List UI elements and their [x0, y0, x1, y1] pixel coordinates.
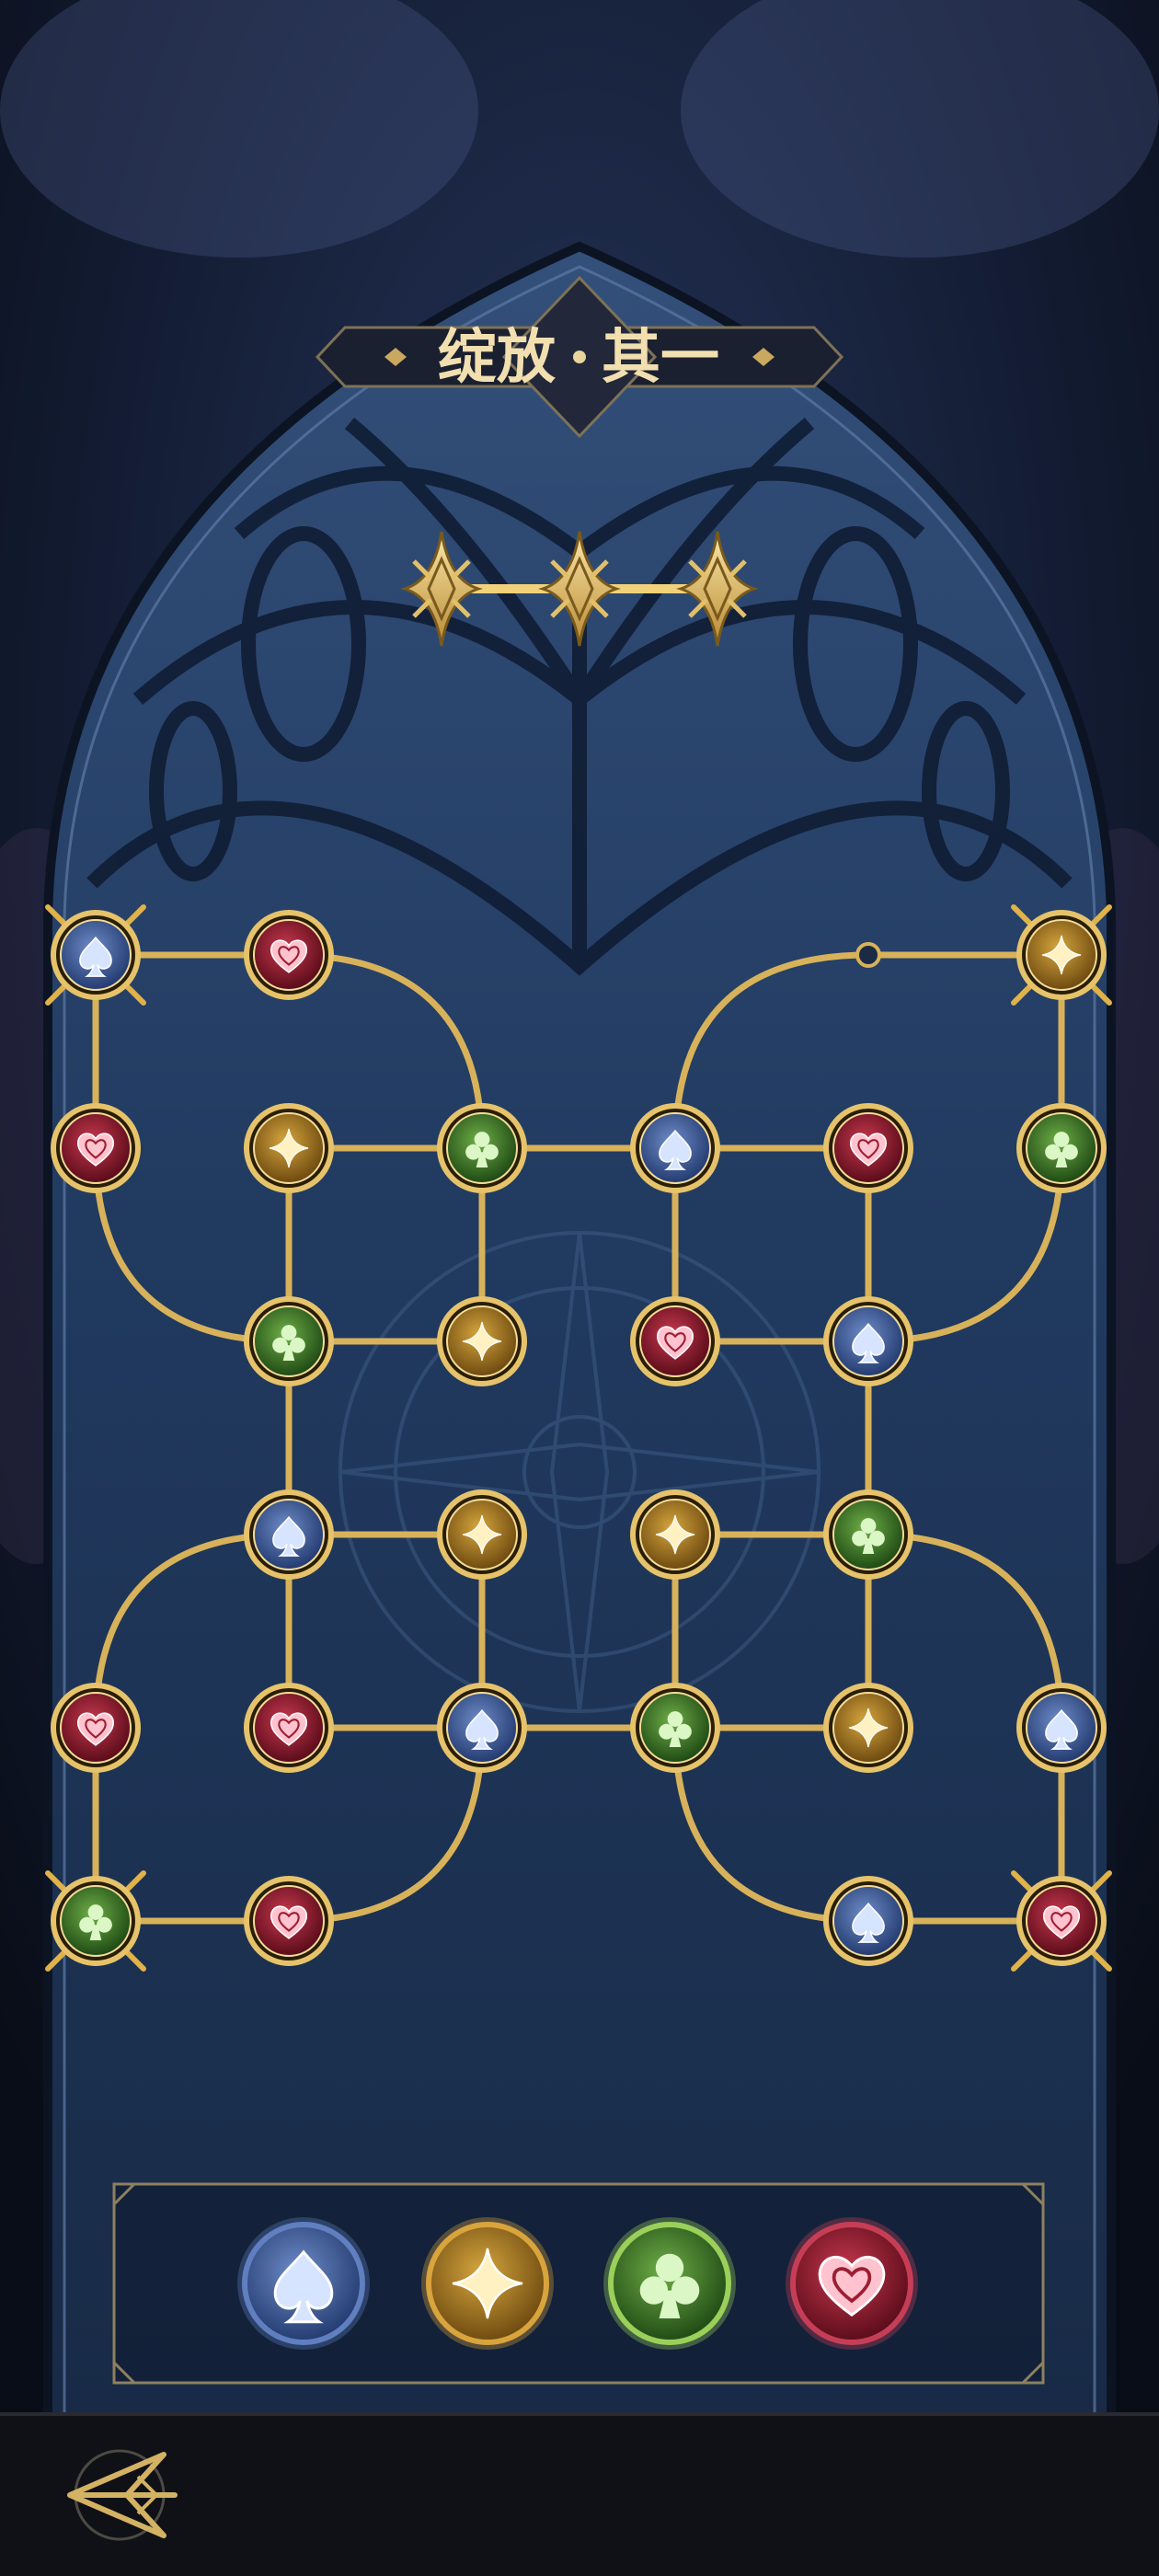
title-part-2: 其一 — [602, 323, 719, 392]
board-node-club[interactable] — [45, 1870, 146, 1972]
board-node-club[interactable] — [1016, 1103, 1107, 1193]
board-node-club[interactable] — [244, 1296, 334, 1386]
board-node-heart[interactable] — [1011, 1870, 1112, 1972]
board-node-club[interactable] — [630, 1683, 720, 1773]
board-node-heart[interactable] — [244, 1876, 334, 1966]
board-node-spade[interactable] — [630, 1103, 720, 1193]
board-node-diamond[interactable] — [244, 1103, 334, 1193]
board-node-spade[interactable] — [45, 904, 146, 1006]
board-node-heart[interactable] — [630, 1296, 720, 1386]
board-node-spade[interactable] — [823, 1876, 913, 1966]
board-node-club[interactable] — [437, 1103, 527, 1193]
board-node-heart[interactable] — [51, 1103, 141, 1193]
board-node-heart[interactable] — [51, 1683, 141, 1773]
select-diamond-button[interactable] — [421, 2217, 554, 2350]
board-node-diamond[interactable] — [823, 1683, 913, 1773]
board-node-diamond[interactable] — [630, 1489, 720, 1580]
board-node-spade[interactable] — [1016, 1683, 1107, 1773]
select-club-button[interactable] — [603, 2217, 736, 2350]
board-node-heart[interactable] — [244, 910, 334, 1000]
board-node-diamond[interactable] — [437, 1296, 527, 1386]
board-node-spade[interactable] — [244, 1489, 334, 1580]
junction-ring — [855, 942, 881, 968]
board-node-diamond[interactable] — [437, 1489, 527, 1580]
select-spade-button[interactable] — [237, 2217, 370, 2350]
board-node-heart[interactable] — [823, 1103, 913, 1193]
select-heart-button[interactable] — [786, 2217, 918, 2350]
board-node-club[interactable] — [823, 1489, 913, 1580]
board-node-diamond[interactable] — [1011, 904, 1112, 1006]
puzzle-screen: 绽放 其一 — [0, 0, 1159, 2576]
title-part-1: 绽放 — [438, 323, 556, 392]
board-node-spade[interactable] — [823, 1296, 913, 1386]
board-node-spade[interactable] — [437, 1683, 527, 1773]
board-node-heart[interactable] — [244, 1683, 334, 1773]
